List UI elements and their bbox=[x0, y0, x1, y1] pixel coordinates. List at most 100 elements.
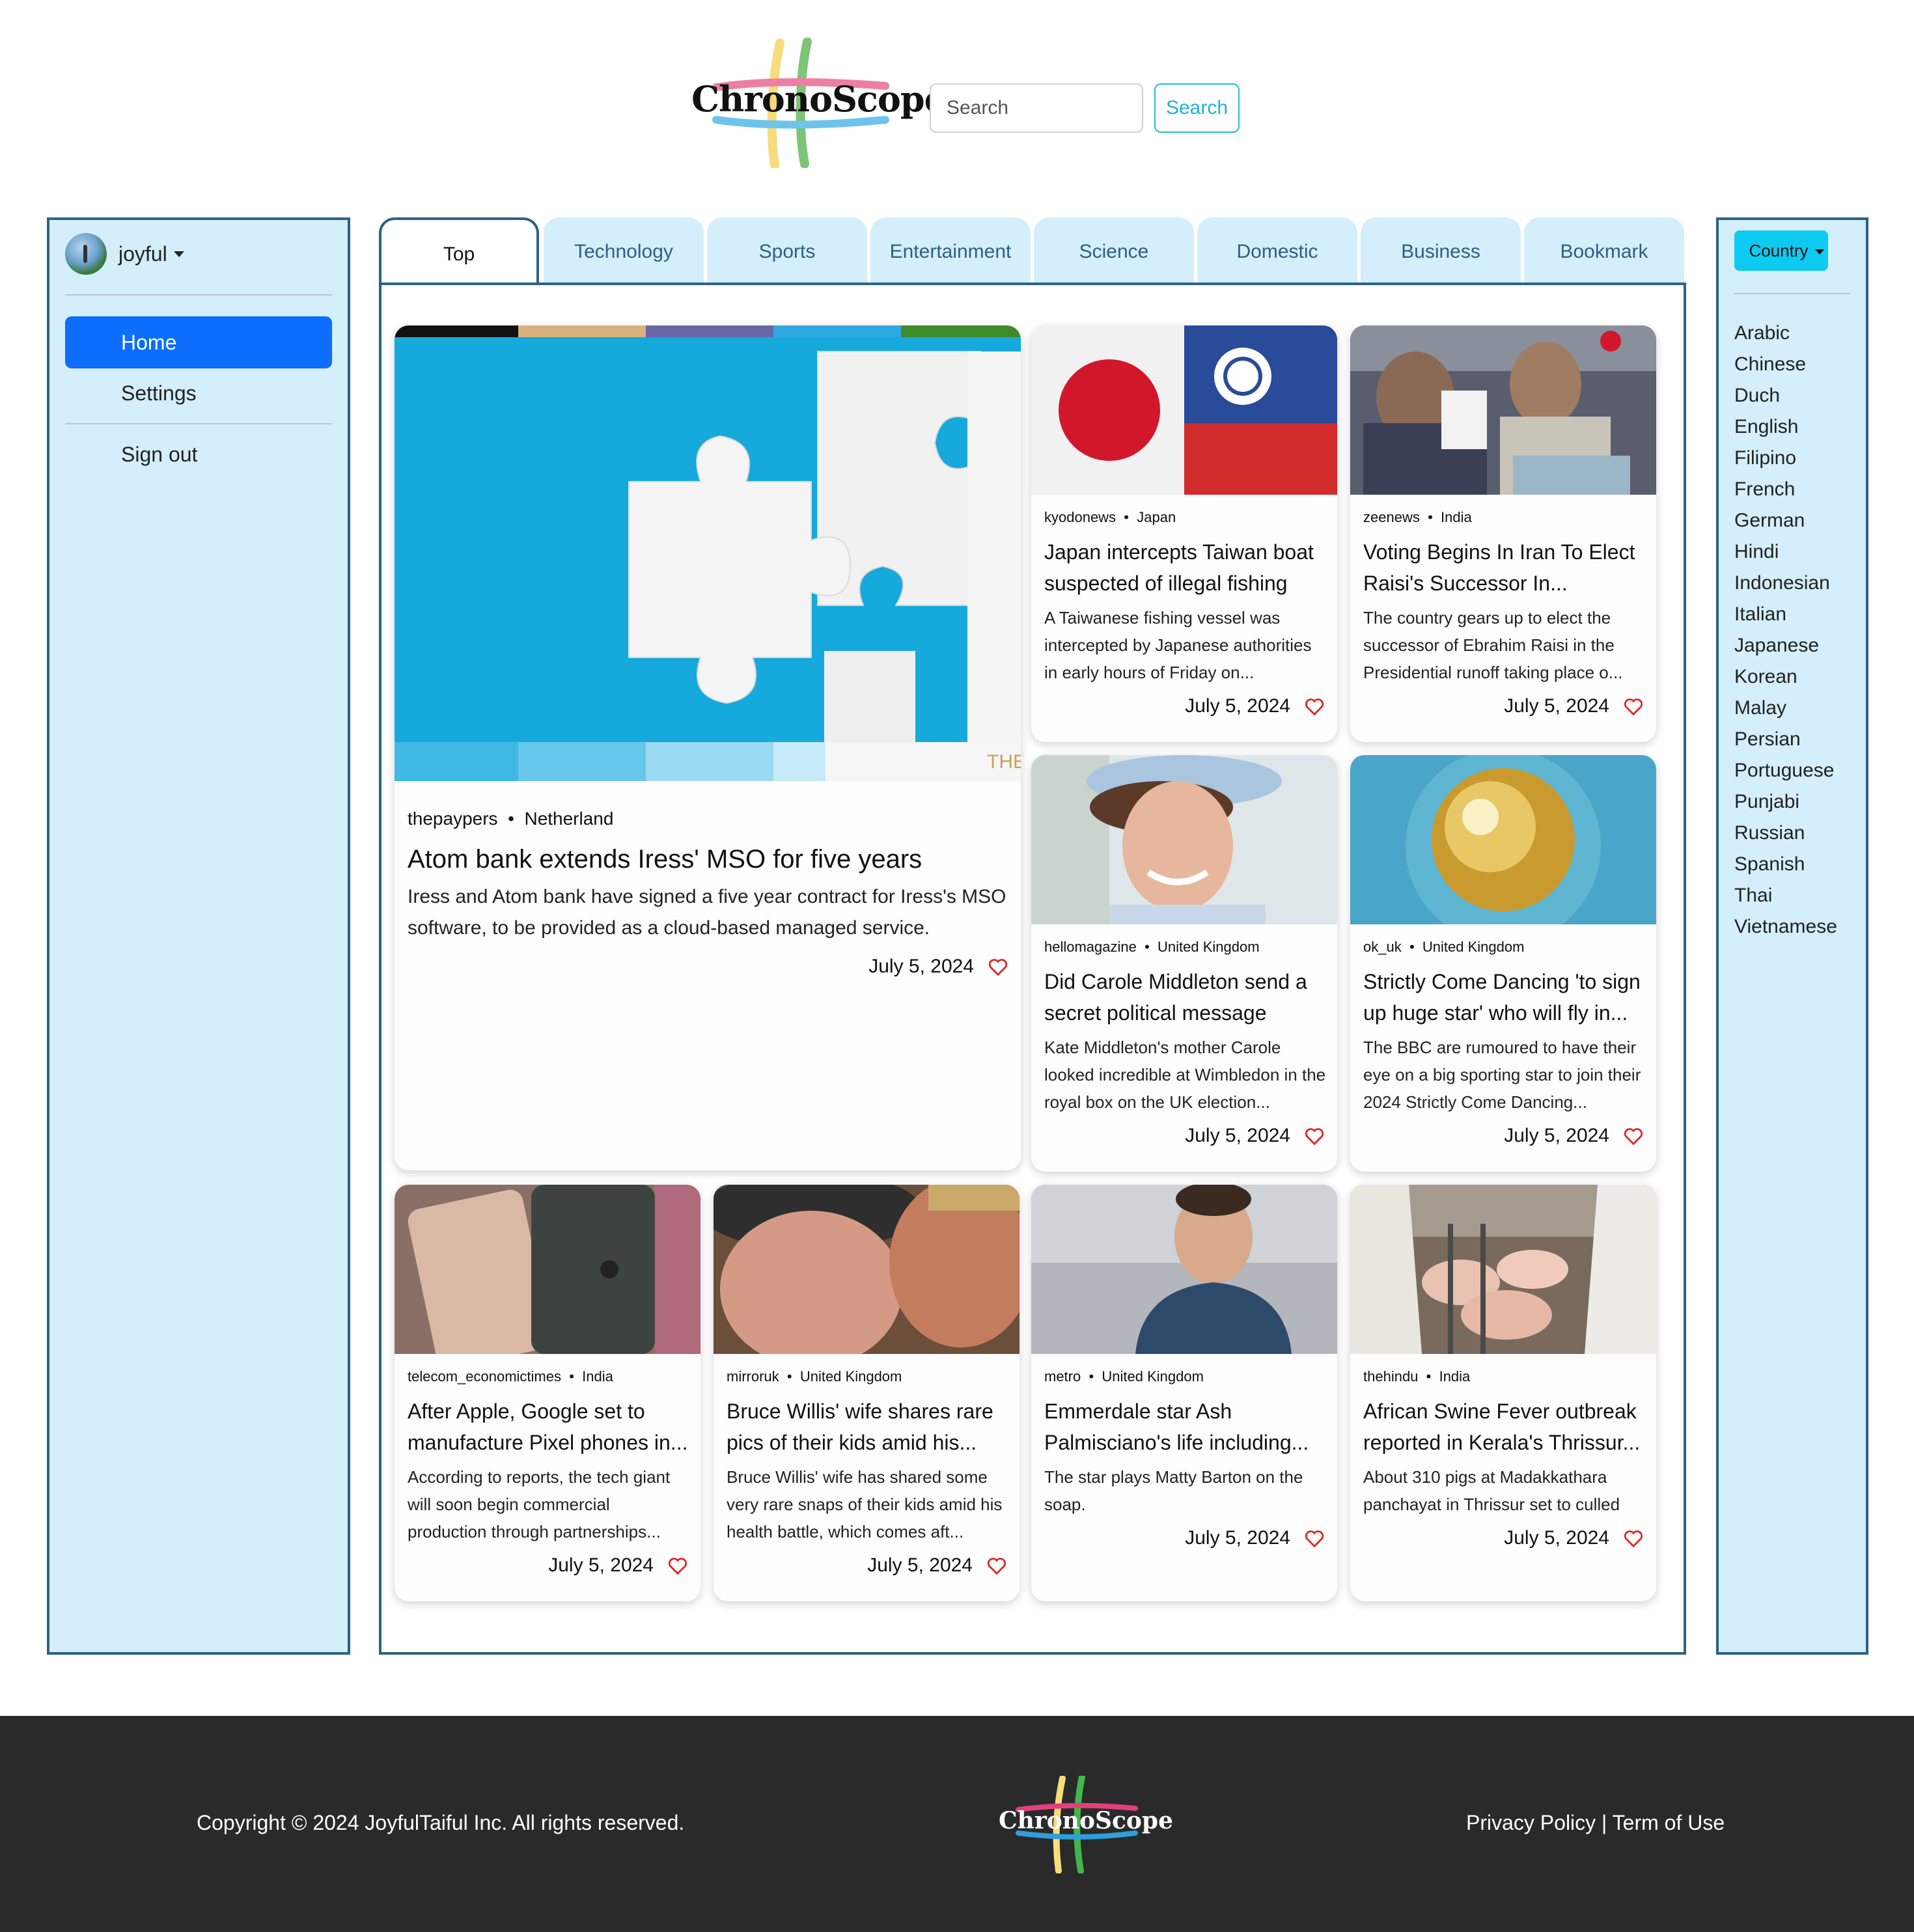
article-card[interactable]: zeenews • India Voting Begins In Iran To… bbox=[1350, 325, 1656, 742]
privacy-policy-link[interactable]: Privacy Policy bbox=[1466, 1811, 1596, 1834]
article-title[interactable]: Voting Begins In Iran To Elect Raisi's S… bbox=[1363, 536, 1644, 599]
article-image bbox=[714, 1185, 1019, 1354]
language-item[interactable]: Filipino bbox=[1734, 443, 1837, 474]
language-item[interactable]: Russian bbox=[1734, 818, 1837, 849]
article-card[interactable]: THE thepaypers • Netherland Atom bank ex… bbox=[395, 325, 1021, 1170]
flags-image bbox=[1031, 325, 1337, 495]
article-meta: ok_uk • United Kingdom bbox=[1363, 939, 1525, 955]
tab-top[interactable]: Top bbox=[379, 217, 539, 283]
search-input[interactable] bbox=[930, 83, 1143, 133]
nav-settings[interactable]: Settings bbox=[121, 381, 197, 406]
article-title[interactable]: After Apple, Google set to manufacture P… bbox=[408, 1396, 689, 1458]
article-image bbox=[1031, 755, 1337, 924]
article-source: zeenews bbox=[1363, 509, 1420, 525]
article-card[interactable]: hellomagazine • United Kingdom Did Carol… bbox=[1031, 755, 1337, 1172]
article-date: July 5, 2024 bbox=[1185, 1125, 1290, 1146]
heart-icon[interactable] bbox=[1624, 698, 1643, 716]
language-item[interactable]: Persian bbox=[1734, 724, 1837, 755]
article-title[interactable]: Japan intercepts Taiwan boat suspected o… bbox=[1044, 536, 1325, 599]
language-item[interactable]: English bbox=[1734, 411, 1837, 443]
language-item[interactable]: Malay bbox=[1734, 693, 1837, 724]
article-card[interactable]: mirroruk • United Kingdom Bruce Willis' … bbox=[714, 1185, 1019, 1601]
article-source: kyodonews bbox=[1044, 509, 1116, 525]
article-country: India bbox=[582, 1368, 613, 1385]
left-sidebar: joyful Home Settings Sign out bbox=[47, 217, 350, 1655]
article-date: July 5, 2024 bbox=[1185, 695, 1290, 717]
heart-icon[interactable] bbox=[1624, 1127, 1643, 1146]
language-item[interactable]: Spanish bbox=[1734, 849, 1837, 880]
article-desc: A Taiwanese fishing vessel was intercept… bbox=[1044, 608, 1312, 682]
article-country: United Kingdom bbox=[1102, 1368, 1204, 1385]
article-title[interactable]: Emmerdale star Ash Palmisciano's life in… bbox=[1044, 1396, 1325, 1458]
article-date: July 5, 2024 bbox=[1504, 1527, 1609, 1549]
heart-icon[interactable] bbox=[1624, 1530, 1643, 1548]
article-card[interactable]: kyodonews • Japan Japan intercepts Taiwa… bbox=[1031, 325, 1337, 742]
language-item[interactable]: Indonesian bbox=[1734, 568, 1837, 599]
language-item[interactable]: Thai bbox=[1734, 880, 1837, 911]
user-menu[interactable]: joyful bbox=[65, 232, 184, 276]
heart-icon[interactable] bbox=[1305, 1127, 1324, 1146]
language-item[interactable]: Chinese bbox=[1734, 349, 1837, 380]
article-country: United Kingdom bbox=[1158, 939, 1260, 955]
article-card[interactable]: thehindu • India African Swine Fever out… bbox=[1350, 1185, 1656, 1601]
language-item[interactable]: French bbox=[1734, 474, 1837, 505]
phones-image bbox=[395, 1185, 700, 1354]
language-item[interactable]: Japanese bbox=[1734, 630, 1837, 661]
couple-image bbox=[714, 1185, 1019, 1354]
heart-icon[interactable] bbox=[988, 958, 1008, 976]
tab-science[interactable]: Science bbox=[1034, 217, 1194, 283]
article-source: thepaypers bbox=[408, 808, 498, 829]
tab-entertainment[interactable]: Entertainment bbox=[870, 217, 1031, 283]
footer-logo[interactable]: ChronoScope bbox=[999, 1776, 1173, 1873]
heart-icon[interactable] bbox=[668, 1557, 687, 1575]
heart-icon[interactable] bbox=[1305, 698, 1324, 716]
heart-icon[interactable] bbox=[1305, 1530, 1324, 1548]
pig-farm-image bbox=[1350, 1185, 1656, 1354]
article-desc: According to reports, the tech giant wil… bbox=[408, 1467, 671, 1541]
language-item[interactable]: Portuguese bbox=[1734, 755, 1837, 786]
site-logo[interactable]: ChronoScope bbox=[690, 38, 947, 168]
language-item[interactable]: Italian bbox=[1734, 599, 1837, 630]
article-title[interactable]: Did Carole Middleton send a secret polit… bbox=[1044, 966, 1325, 1028]
terms-of-use-link[interactable]: Term of Use bbox=[1613, 1811, 1725, 1834]
heart-icon[interactable] bbox=[987, 1557, 1006, 1575]
nav-home[interactable]: Home bbox=[65, 316, 332, 368]
tab-business[interactable]: Business bbox=[1361, 217, 1521, 283]
country-dropdown[interactable]: Country bbox=[1734, 230, 1828, 271]
language-item[interactable]: German bbox=[1734, 505, 1837, 536]
tab-technology[interactable]: Technology bbox=[544, 217, 704, 283]
country-label: Country bbox=[1749, 241, 1809, 260]
article-country: India bbox=[1439, 1368, 1471, 1385]
article-date: July 5, 2024 bbox=[548, 1554, 654, 1576]
man-image bbox=[1031, 1185, 1337, 1354]
article-desc: Iress and Atom bank have signed a five y… bbox=[408, 886, 1006, 939]
article-meta: telecom_economictimes • India bbox=[408, 1368, 613, 1385]
language-item[interactable]: Hindi bbox=[1734, 536, 1837, 568]
language-item[interactable]: Korean bbox=[1734, 661, 1837, 693]
language-item[interactable]: Punjabi bbox=[1734, 786, 1837, 818]
article-title[interactable]: Bruce Willis' wife shares rare pics of t… bbox=[727, 1396, 1008, 1458]
article-card[interactable]: metro • United Kingdom Emmerdale star As… bbox=[1031, 1185, 1337, 1601]
article-title[interactable]: Strictly Come Dancing 'to sign up huge s… bbox=[1363, 966, 1644, 1028]
tab-domestic[interactable]: Domestic bbox=[1197, 217, 1357, 283]
article-card[interactable]: ok_uk • United Kingdom Strictly Come Dan… bbox=[1350, 755, 1656, 1172]
article-image bbox=[1350, 325, 1656, 495]
article-source: telecom_economictimes bbox=[408, 1368, 561, 1385]
site-footer: Copyright © 2024 JoyfulTaiful Inc. All r… bbox=[0, 1716, 1914, 1932]
article-image bbox=[1350, 755, 1656, 924]
article-card[interactable]: telecom_economictimes • India After Appl… bbox=[395, 1185, 700, 1601]
article-desc: About 310 pigs at Madakkathara panchayat… bbox=[1363, 1467, 1620, 1514]
article-meta: thehindu • India bbox=[1363, 1368, 1471, 1385]
article-image bbox=[395, 1185, 700, 1354]
language-list: Arabic Chinese Duch English Filipino Fre… bbox=[1734, 318, 1837, 943]
language-item[interactable]: Vietnamese bbox=[1734, 911, 1837, 943]
search-button[interactable]: Search bbox=[1154, 83, 1240, 133]
article-date: July 5, 2024 bbox=[868, 956, 974, 977]
language-item[interactable]: Duch bbox=[1734, 380, 1837, 411]
tab-bookmark[interactable]: Bookmark bbox=[1524, 217, 1684, 283]
article-title[interactable]: Atom bank extends Iress' MSO for five ye… bbox=[408, 841, 1009, 877]
nav-sign-out[interactable]: Sign out bbox=[121, 443, 197, 467]
language-item[interactable]: Arabic bbox=[1734, 318, 1837, 349]
article-title[interactable]: African Swine Fever outbreak reported in… bbox=[1363, 1396, 1644, 1458]
tab-sports[interactable]: Sports bbox=[707, 217, 867, 283]
